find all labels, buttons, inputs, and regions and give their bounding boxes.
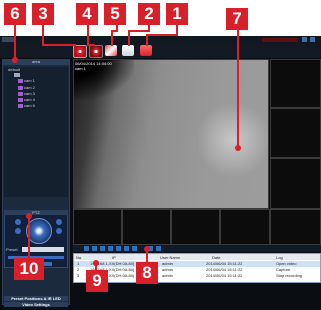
- log-cell: admin: [162, 273, 173, 278]
- video-cell[interactable]: [73, 209, 122, 245]
- callout-line-3: [42, 44, 76, 46]
- tree-root[interactable]: default: [8, 67, 48, 72]
- log-cell: Stop recording: [276, 273, 303, 278]
- log-cell: 2: [77, 267, 80, 272]
- callout-line-2: [128, 30, 130, 46]
- callout-1: 1: [166, 3, 188, 25]
- settings-button[interactable]: [105, 45, 117, 56]
- fullscreen-button[interactable]: [116, 246, 121, 251]
- callout-dot-7: [235, 145, 241, 151]
- minimize-button[interactable]: [302, 37, 307, 42]
- volume-button[interactable]: [156, 246, 161, 251]
- tree-item[interactable]: cam 4: [24, 97, 48, 102]
- callout-line-5: [111, 30, 113, 46]
- video-cell[interactable]: [270, 108, 321, 158]
- tree-item[interactable]: cam 1: [24, 78, 48, 83]
- callout-4: 4: [76, 3, 98, 25]
- callout-5: 5: [104, 3, 126, 25]
- log-col-date: Date: [212, 255, 221, 260]
- callout-3: 3: [32, 3, 54, 25]
- layout-1-button[interactable]: [84, 246, 89, 251]
- log-col-log: Log: [276, 255, 283, 260]
- callout-dot-10: [26, 213, 32, 219]
- callout-6: 6: [4, 3, 26, 25]
- log-cell: admin: [162, 267, 173, 272]
- log-cell: Open video: [276, 261, 297, 266]
- log-col-no: No.: [76, 255, 83, 260]
- video-bright-patch: [199, 100, 268, 180]
- layout-4-button[interactable]: [92, 246, 97, 251]
- tree-item[interactable]: cam 5: [24, 103, 48, 108]
- alarm-button[interactable]: [122, 45, 134, 56]
- video-cell[interactable]: [270, 158, 321, 209]
- focus-button[interactable]: [56, 219, 62, 225]
- log-cell: 2014/06/04 15:11:22: [206, 261, 243, 266]
- video-cell[interactable]: [122, 209, 171, 245]
- tree-camera-icon: [18, 92, 23, 96]
- log-cell: 3: [77, 273, 80, 278]
- video-cell[interactable]: [171, 209, 220, 245]
- tree-camera-icon: [18, 104, 23, 108]
- callout-10: 10: [14, 258, 44, 280]
- log-cell: Capture: [276, 267, 291, 272]
- tree-item[interactable]: cam 2: [24, 85, 48, 90]
- callout-line-3: [42, 24, 44, 46]
- callout-2: 2: [138, 3, 160, 25]
- logout-button[interactable]: [140, 45, 152, 56]
- preset-label: Preset: [6, 247, 18, 252]
- log-col-ip: IP: [112, 255, 116, 260]
- callout-dot-9: [93, 260, 99, 266]
- log-cell: 2014/06/04 15:11:22: [206, 273, 243, 278]
- tree-camera-icon: [18, 86, 23, 90]
- callout-9: 9: [86, 270, 108, 292]
- callout-line-7: [237, 28, 239, 148]
- zoom-in-button[interactable]: [15, 219, 21, 225]
- callout-line-1: [146, 34, 148, 46]
- tree-item[interactable]: cam 3: [24, 91, 48, 96]
- callout-line-4: [87, 44, 95, 46]
- callout-line-4: [87, 24, 89, 46]
- log-cell: 1: [77, 261, 80, 266]
- tree-root-icon: [14, 73, 20, 77]
- callout-line-2: [128, 30, 150, 32]
- ptz-header: PTZ: [4, 210, 68, 215]
- layout-9-button[interactable]: [100, 246, 105, 251]
- iris-button[interactable]: [56, 228, 62, 234]
- video-cell[interactable]: [270, 209, 321, 245]
- tree-camera-icon: [18, 98, 23, 102]
- toolbar: [0, 44, 321, 58]
- video-cell[interactable]: [270, 59, 321, 108]
- video-cell[interactable]: [220, 209, 270, 245]
- callout-dot-6: [12, 57, 18, 63]
- record-button[interactable]: [132, 246, 137, 251]
- video-cell-main[interactable]: [73, 59, 269, 209]
- log-cell: 2014/06/04 15:11:22: [206, 267, 243, 272]
- snapshot-button[interactable]: [124, 246, 129, 251]
- zoom-out-button[interactable]: [15, 228, 21, 234]
- bottom-bar-preset[interactable]: Preset Positions & IR LED: [4, 296, 68, 301]
- callout-line-1: [146, 34, 178, 36]
- close-button[interactable]: [310, 37, 315, 42]
- tree-camera-icon: [18, 79, 23, 83]
- callout-8: 8: [136, 262, 158, 284]
- callout-line-6: [14, 24, 16, 60]
- callout-line-10: [28, 215, 30, 259]
- top-right-status: [262, 38, 298, 42]
- video-camera-name: cam 1: [75, 66, 86, 71]
- playback-button[interactable]: [89, 45, 103, 58]
- log-cell: admin: [162, 261, 173, 266]
- callout-7: 7: [226, 8, 248, 30]
- live-view-button[interactable]: [73, 45, 87, 58]
- callout-dot-8: [144, 246, 150, 252]
- bottom-bar-video[interactable]: Video Settings: [4, 302, 68, 307]
- log-col-user: User Name: [160, 255, 181, 260]
- layout-16-button[interactable]: [108, 246, 113, 251]
